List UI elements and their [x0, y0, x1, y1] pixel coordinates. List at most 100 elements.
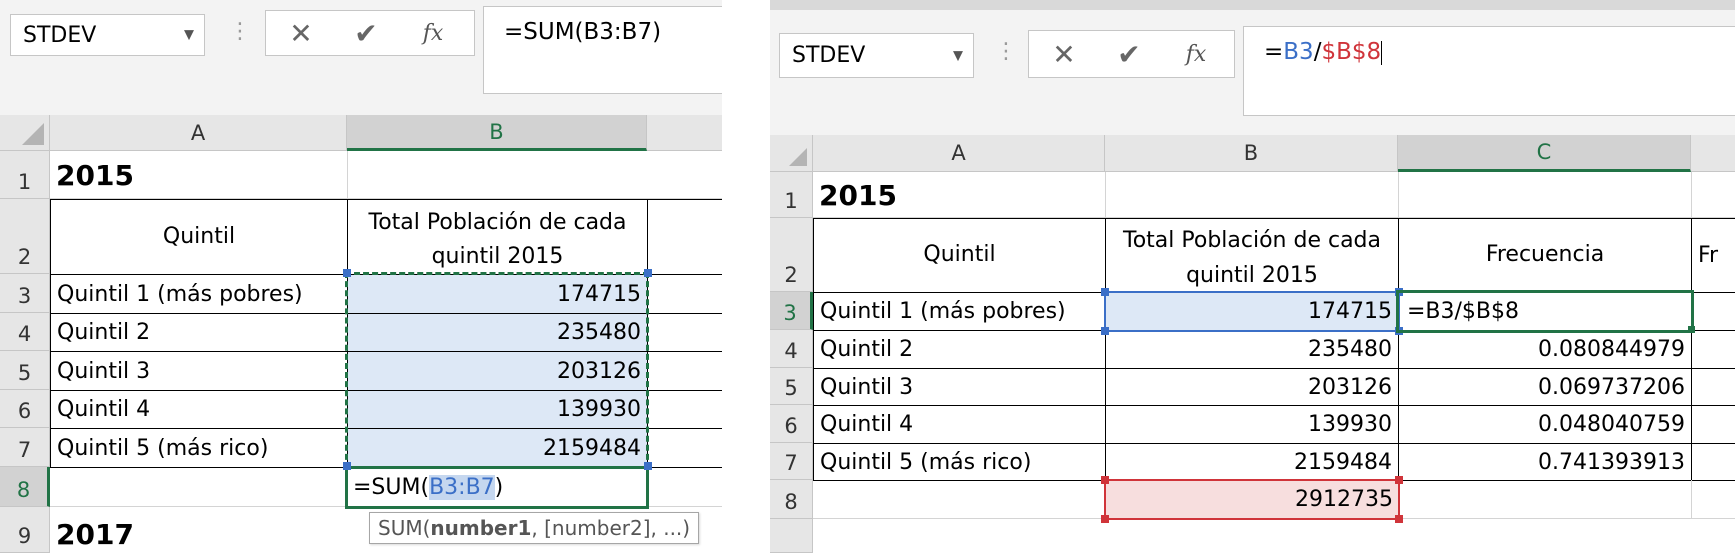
row-header-6[interactable]: 6: [770, 405, 813, 443]
cell-a5[interactable]: Quintil 3: [813, 368, 1106, 406]
fill-handle[interactable]: [1688, 326, 1695, 333]
cell-c5[interactable]: 0.069737206: [1398, 368, 1692, 406]
left-spreadsheet-panel: STDEV ▼ ⋮ ✕ ✔ fx =SUM(B3:B7) A B 1 2 3 4…: [0, 0, 722, 553]
cell-a3[interactable]: Quintil 1 (más pobres): [813, 292, 1106, 331]
cell-c2[interactable]: Frecuencia: [1398, 218, 1692, 293]
cell-a9[interactable]: 2017: [50, 507, 347, 553]
row-header-2[interactable]: 2: [0, 199, 50, 274]
chevron-down-icon[interactable]: ▼: [184, 28, 194, 43]
cell-d2[interactable]: Fr: [1691, 218, 1735, 293]
cell-b5[interactable]: 203126: [1105, 368, 1399, 406]
cell-b6[interactable]: 139930: [347, 390, 648, 429]
cell-b8[interactable]: 2912735: [1105, 480, 1399, 519]
cell-b3[interactable]: 174715: [347, 274, 648, 314]
cell-b3[interactable]: 174715: [1105, 292, 1399, 331]
tooltip-rest: , [number2], ...): [531, 516, 691, 540]
cell-a2[interactable]: Quintil: [50, 199, 348, 275]
cell-b5[interactable]: 203126: [347, 351, 648, 391]
row-header-8[interactable]: 8: [0, 467, 50, 507]
formula-input[interactable]: =SUM(B3:B7): [483, 6, 722, 94]
formula-input[interactable]: =B3/$B$8: [1243, 26, 1735, 116]
row-header-4[interactable]: 4: [770, 330, 813, 368]
cell-a4[interactable]: Quintil 2: [50, 313, 348, 352]
range-handle[interactable]: [1101, 327, 1109, 335]
column-header-c[interactable]: C: [1398, 135, 1691, 172]
sheet-grid: A B C 1 2 3 4 5 6 7 8 2015 Quintil Total…: [770, 135, 1735, 553]
cell-a7[interactable]: Quintil 5 (más rico): [50, 428, 348, 468]
row-header-7[interactable]: 7: [770, 443, 813, 480]
cell-a1[interactable]: 2015: [813, 172, 1105, 218]
cell-b7[interactable]: 2159484: [1105, 443, 1399, 481]
column-header-a[interactable]: A: [50, 115, 347, 151]
range-handle[interactable]: [1395, 476, 1403, 484]
row-header-8[interactable]: 8: [770, 480, 813, 519]
close-icon[interactable]: ✕: [1034, 31, 1094, 77]
range-handle[interactable]: [1101, 288, 1109, 296]
row-header-9[interactable]: 9: [0, 507, 50, 553]
range-handle[interactable]: [644, 269, 652, 277]
range-handle[interactable]: [1101, 515, 1109, 523]
row-header-9[interactable]: [770, 519, 813, 553]
row-header-7[interactable]: 7: [0, 428, 50, 467]
cell-a6[interactable]: Quintil 4: [813, 405, 1106, 444]
name-box[interactable]: STDEV ▼: [10, 14, 205, 56]
cell-b4[interactable]: 235480: [347, 313, 648, 352]
row-header-2[interactable]: 2: [770, 218, 813, 292]
vertical-dots-icon[interactable]: ⋮: [995, 41, 1017, 63]
cell-c3-editing[interactable]: =B3/$B$8: [1398, 292, 1692, 331]
chevron-down-icon[interactable]: ▼: [953, 48, 963, 63]
cell-b8-editing[interactable]: =SUM(B3:B7): [347, 467, 647, 507]
select-all-corner[interactable]: [770, 135, 813, 172]
close-icon[interactable]: ✕: [271, 11, 331, 55]
cell-a2[interactable]: Quintil: [813, 218, 1106, 293]
row-header-5[interactable]: 5: [770, 368, 813, 405]
cell-a5[interactable]: Quintil 3: [50, 351, 348, 391]
row-header-1[interactable]: 1: [770, 172, 813, 218]
insert-function-icon[interactable]: fx: [403, 11, 463, 55]
row-header-4[interactable]: 4: [0, 313, 50, 351]
cell-a6[interactable]: Quintil 4: [50, 390, 348, 429]
range-handle[interactable]: [644, 462, 652, 470]
formula-eq: =: [1264, 39, 1284, 65]
select-all-corner[interactable]: [0, 115, 50, 151]
formula-ref-b8: $B$8: [1321, 39, 1382, 65]
sheet-grid: A B 1 2 3 4 5 6 7 8 9 2015 Quintil Total…: [0, 115, 722, 553]
name-box[interactable]: STDEV ▼: [779, 33, 974, 78]
vertical-dots-icon[interactable]: ⋮: [229, 21, 251, 43]
column-header-d[interactable]: [1691, 135, 1735, 172]
cell-b6[interactable]: 139930: [1105, 405, 1399, 444]
tooltip-arg: number1: [430, 516, 532, 540]
column-header-c[interactable]: [647, 115, 722, 151]
cell-c4[interactable]: 0.080844979: [1398, 330, 1692, 369]
cell-c7[interactable]: 0.741393913: [1398, 443, 1692, 481]
row-header-1[interactable]: 1: [0, 151, 50, 199]
cell-a7[interactable]: Quintil 5 (más rico): [813, 443, 1106, 481]
function-tooltip[interactable]: SUM(number1, [number2], ...): [369, 512, 700, 544]
cell-a1[interactable]: 2015: [50, 151, 347, 199]
range-handle[interactable]: [343, 462, 351, 470]
cell-b4[interactable]: 235480: [1105, 330, 1399, 369]
row-header-6[interactable]: 6: [0, 390, 50, 428]
cell-b7[interactable]: 2159484: [347, 428, 648, 468]
cell-a4[interactable]: Quintil 2: [813, 330, 1106, 369]
check-icon[interactable]: ✔: [1099, 31, 1159, 77]
cell-c6[interactable]: 0.048040759: [1398, 405, 1692, 444]
right-spreadsheet-panel: STDEV ▼ ⋮ ✕ ✔ fx =B3/$B$8 A B C 1 2 3 4 …: [770, 0, 1735, 553]
cell-b2[interactable]: Total Población de cada quintil 2015: [347, 199, 648, 275]
column-header-a[interactable]: A: [813, 135, 1105, 172]
range-handle[interactable]: [1395, 288, 1403, 296]
row-header-3[interactable]: 3: [770, 292, 813, 330]
column-header-b[interactable]: B: [347, 115, 647, 151]
insert-function-icon[interactable]: fx: [1166, 31, 1226, 77]
range-handle[interactable]: [1101, 476, 1109, 484]
range-handle[interactable]: [1395, 515, 1403, 523]
formula-buttons: ✕ ✔ fx: [265, 10, 475, 56]
cell-b2[interactable]: Total Población de cada quintil 2015: [1105, 218, 1399, 293]
range-handle[interactable]: [1395, 327, 1403, 335]
column-header-b[interactable]: B: [1105, 135, 1398, 172]
cell-a3[interactable]: Quintil 1 (más pobres): [50, 274, 348, 314]
range-handle[interactable]: [343, 269, 351, 277]
row-header-3[interactable]: 3: [0, 274, 50, 313]
check-icon[interactable]: ✔: [336, 11, 396, 55]
row-header-5[interactable]: 5: [0, 351, 50, 390]
